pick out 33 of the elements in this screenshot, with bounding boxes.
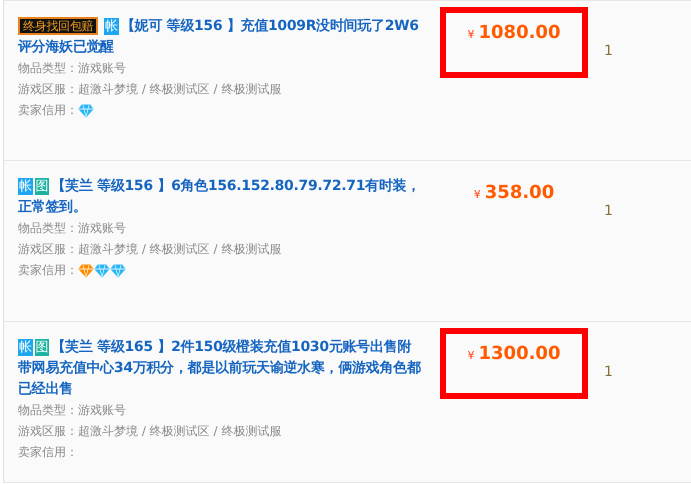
meta-label: 物品类型： (18, 402, 78, 419)
currency-sign: ¥ (474, 188, 481, 201)
quantity: 1 (604, 43, 613, 59)
tag: 图 (34, 339, 50, 356)
meta-label: 卖家信用： (18, 444, 78, 461)
meta-label: 物品类型： (18, 60, 78, 77)
meta-value: 超激斗梦境 / 终极测试区 / 终极测试服 (78, 81, 282, 98)
meta-label: 游戏区服： (18, 241, 78, 258)
currency-sign: ¥ (468, 28, 474, 41)
tag: 帐 (18, 339, 33, 356)
price: 358.00 (484, 182, 554, 203)
price: 1300.00 (478, 343, 560, 364)
tag: 帐 (18, 178, 33, 195)
quantity: 1 (604, 203, 613, 219)
quantity: 1 (604, 364, 613, 380)
meta-value: 超激斗梦境 / 终极测试区 / 终极测试服 (78, 423, 282, 440)
listing-title[interactable]: 终身找回包赔 帐 【妮可 等级156 】充值1009R没时间玩了2W6评分海妖已觉醒 (18, 16, 424, 58)
meta-label: 物品类型： (18, 220, 78, 237)
price: 1080.00 (478, 22, 560, 43)
tag: 帐 (104, 18, 119, 35)
tag: 图 (34, 178, 50, 195)
guarantee-badge: 终身找回包赔 (18, 17, 98, 35)
meta-label: 卖家信用： (18, 102, 78, 119)
listing-title[interactable]: 帐 图 【芙兰 等级165 】2件150级橙装充值1030元账号出售附带网易充值中心34万积分，都是以前玩天谕逆水寒，俩游戏角色都已经出售 (18, 337, 424, 400)
meta-label: 卖家信用： (18, 262, 78, 279)
meta-value: 游戏账号 (78, 402, 126, 419)
meta-label: 游戏区服： (18, 423, 78, 440)
currency-sign: ¥ (468, 349, 474, 362)
meta-value: 游戏账号 (78, 220, 126, 237)
meta-value: 游戏账号 (78, 60, 126, 77)
meta-label: 游戏区服： (18, 81, 78, 98)
listing-title[interactable]: 帐 图 【芙兰 等级156 】6角色156.152.80.79.72.71有时装，正常签到。 (18, 176, 424, 218)
meta-value: 超激斗梦境 / 终极测试区 / 终极测试服 (78, 241, 282, 258)
